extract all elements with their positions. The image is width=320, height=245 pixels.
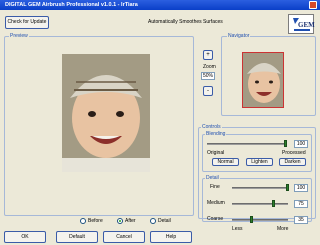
close-icon[interactable] (309, 1, 317, 9)
blending-left-label: Original (207, 150, 225, 156)
ok-button[interactable]: OK (4, 231, 46, 243)
medium-slider[interactable] (232, 203, 288, 205)
blending-label: Blending (205, 131, 227, 137)
help-button[interactable]: Help (150, 231, 192, 243)
check-update-button[interactable]: Check for Update (5, 16, 49, 29)
after-label: After (125, 218, 136, 224)
blending-value[interactable]: 100 (294, 140, 308, 148)
coarse-slider[interactable] (232, 219, 288, 221)
fine-value[interactable]: 100 (294, 184, 308, 192)
medium-value[interactable]: 75 (294, 200, 308, 208)
before-radio[interactable] (80, 218, 86, 224)
detail-label: Detail (205, 175, 220, 181)
svg-text:GEM: GEM (298, 21, 315, 29)
lighten-button[interactable]: Lighten (246, 158, 273, 166)
controls-label: Controls (201, 124, 222, 130)
zoom-label: Zoom (203, 64, 216, 70)
preview-image[interactable] (62, 54, 150, 172)
before-label: Before (88, 218, 103, 224)
fine-label: Fine (210, 184, 220, 190)
blending-right-label: Processed (282, 150, 306, 156)
detail-radio[interactable] (150, 218, 156, 224)
coarse-slider-thumb[interactable] (250, 216, 253, 223)
app-window: DIGITAL GEM Airbrush Professional v1.0.1… (0, 0, 320, 245)
navigator-label: Navigator (227, 33, 251, 39)
more-label: More (277, 226, 289, 232)
subtitle: Automatically Smoothes Surfaces (148, 19, 223, 25)
zoom-out-button[interactable]: - (203, 86, 213, 96)
gem-logo: GEM (288, 14, 315, 34)
window-title: DIGITAL GEM Airbrush Professional v1.0.1… (5, 2, 138, 8)
medium-label: Medium (207, 200, 225, 206)
medium-slider-thumb[interactable] (272, 200, 275, 207)
blending-slider-thumb[interactable] (284, 140, 287, 147)
cancel-button[interactable]: Cancel (103, 231, 145, 243)
detail-view-label: Detail (158, 218, 171, 224)
blending-slider[interactable] (207, 143, 287, 145)
zoom-value[interactable]: 50% (201, 72, 215, 80)
preview-label: Preview (9, 33, 29, 39)
coarse-value[interactable]: 35 (294, 216, 308, 224)
after-radio[interactable] (117, 218, 123, 224)
title-bar: DIGITAL GEM Airbrush Professional v1.0.1… (0, 0, 320, 10)
fine-slider-thumb[interactable] (286, 184, 289, 191)
less-label: Less (232, 226, 243, 232)
zoom-in-button[interactable]: + (203, 50, 213, 60)
navigator-image[interactable] (242, 52, 284, 108)
fine-slider[interactable] (232, 187, 288, 189)
default-button[interactable]: Default (56, 231, 98, 243)
darken-button[interactable]: Darken (279, 158, 306, 166)
coarse-label: Coarse (207, 216, 224, 222)
normal-button[interactable]: Normal (212, 158, 239, 166)
